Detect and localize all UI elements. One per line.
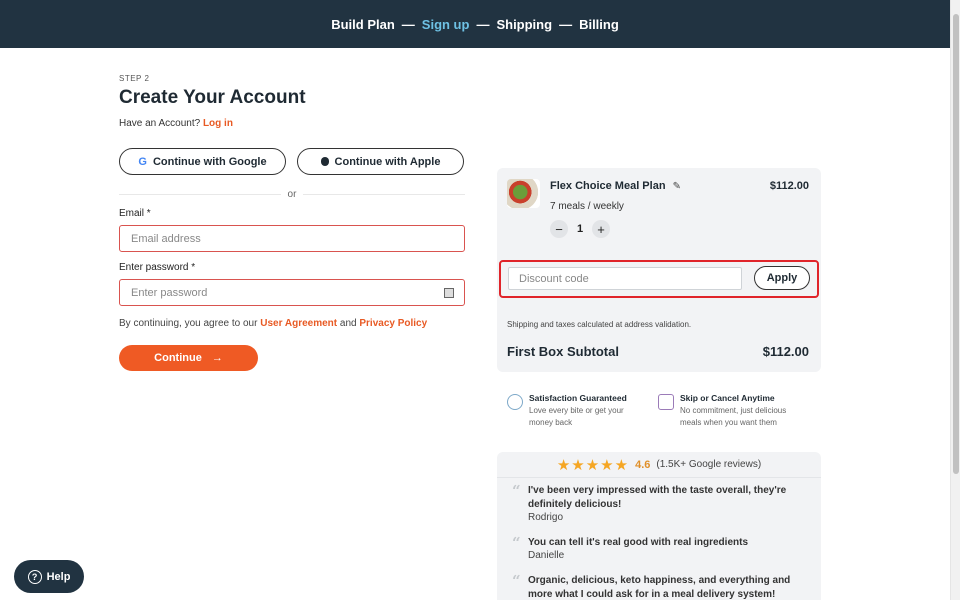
decrease-quantity-button[interactable]: −	[550, 220, 568, 238]
review-author: Danielle	[528, 550, 565, 561]
nav-separator: —	[401, 16, 415, 32]
subtotal-label: First Box Subtotal	[507, 344, 619, 359]
divider-line	[303, 194, 465, 195]
discount-highlight: Discount code Apply	[499, 260, 819, 298]
review-text: You can tell it's real good with real in…	[528, 537, 749, 548]
apply-discount-button[interactable]: Apply	[754, 266, 810, 290]
password-field[interactable]: Enter password	[119, 279, 465, 306]
plan-frequency: 7 meals / weekly	[550, 201, 624, 212]
star-rating-icon: ★★★★★	[556, 456, 630, 474]
guarantee-desc: Love every bite or get your money back	[529, 406, 624, 427]
page-scrollbar[interactable]	[950, 0, 960, 600]
divider-line	[119, 194, 281, 195]
guarantee-desc: No commitment, just delicious meals when…	[680, 406, 787, 427]
increase-quantity-button[interactable]: +	[592, 220, 610, 238]
review-text: I've been very impressed with the taste …	[528, 485, 787, 510]
help-button[interactable]: ? Help	[14, 560, 84, 593]
nav-step-billing[interactable]: Billing	[579, 17, 619, 32]
quote-icon: “	[512, 534, 521, 552]
privacy-policy-link[interactable]: Privacy Policy	[359, 318, 427, 329]
order-summary-card: Flex Choice Meal Plan ✎ $112.00 7 meals …	[497, 168, 821, 372]
subtotal-value: $112.00	[762, 344, 809, 359]
login-prompt: Have an Account? Log in	[119, 118, 465, 129]
reviews-panel: ★★★★★ 4.6 (1.5K+ Google reviews) “ I've …	[497, 452, 821, 600]
google-signin-button[interactable]: G Continue with Google	[119, 148, 286, 175]
arrow-right-icon: →	[211, 352, 223, 364]
email-field[interactable]: Email address	[119, 225, 465, 252]
edit-pencil-icon[interactable]: ✎	[673, 181, 681, 192]
or-divider: or	[119, 189, 465, 200]
email-label: Email *	[119, 208, 151, 219]
discount-code-input[interactable]: Discount code	[508, 267, 742, 290]
continue-label: Continue	[154, 352, 202, 364]
password-placeholder: Enter password	[131, 286, 208, 299]
login-link[interactable]: Log in	[203, 118, 233, 129]
nav-step-build-plan[interactable]: Build Plan	[331, 17, 395, 32]
signup-form: STEP 2 Create Your Account Have an Accou…	[119, 74, 465, 371]
password-manager-icon[interactable]	[444, 288, 454, 298]
badge-icon	[507, 394, 523, 410]
continue-button[interactable]: Continue →	[119, 345, 258, 371]
help-label: Help	[46, 570, 71, 583]
review-author: Rodrigo	[528, 512, 564, 523]
google-button-label: Continue with Google	[152, 155, 267, 168]
have-account-text: Have an Account?	[119, 118, 201, 129]
review-item: “ Organic, delicious, keto happiness, an…	[512, 574, 812, 600]
user-agreement-link[interactable]: User Agreement	[260, 318, 337, 329]
nav-separator: —	[559, 16, 573, 32]
checkout-progress-nav: Build Plan — Sign up — Shipping — Billin…	[0, 0, 950, 48]
consent-prefix: By continuing, you agree to our	[119, 318, 258, 329]
nav-separator: —	[476, 16, 490, 32]
email-placeholder: Email address	[131, 232, 201, 245]
shipping-note: Shipping and taxes calculated at address…	[507, 320, 692, 329]
rating-summary: ★★★★★ 4.6 (1.5K+ Google reviews)	[497, 452, 821, 478]
discount-placeholder: Discount code	[519, 272, 589, 285]
help-question-icon: ?	[27, 569, 42, 584]
page-title: Create Your Account	[119, 87, 306, 108]
or-text: or	[287, 189, 297, 200]
google-icon: G	[138, 155, 147, 168]
guarantee-title: Skip or Cancel Anytime	[680, 393, 775, 403]
plan-price: $112.00	[769, 180, 809, 192]
plan-name: Flex Choice Meal Plan	[550, 180, 666, 192]
step-label: STEP 2	[119, 74, 150, 83]
rating-value: 4.6	[635, 458, 651, 471]
apple-button-label: Continue with Apple	[334, 155, 441, 168]
plan-name-row: Flex Choice Meal Plan ✎	[550, 180, 681, 192]
scrollbar-thumb[interactable]	[953, 14, 959, 474]
quote-icon: “	[512, 482, 521, 500]
apple-icon	[320, 157, 329, 166]
guarantee-title: Satisfaction Guaranteed	[529, 393, 627, 403]
meal-plan-image	[507, 179, 540, 208]
review-item: “ I've been very impressed with the tast…	[512, 484, 812, 524]
nav-step-sign-up[interactable]: Sign up	[422, 17, 470, 32]
review-count: (1.5K+ Google reviews)	[656, 459, 762, 470]
oauth-buttons: G Continue with Google Continue with App…	[119, 148, 465, 175]
password-label: Enter password *	[119, 262, 196, 273]
calendar-icon	[658, 394, 674, 410]
review-item: “ You can tell it's real good with real …	[512, 536, 812, 566]
terms-consent: By continuing, you agree to our User Agr…	[119, 318, 465, 329]
review-text: Organic, delicious, keto happiness, and …	[528, 575, 791, 600]
apple-signin-button[interactable]: Continue with Apple	[297, 148, 464, 175]
quantity-stepper: − 1 +	[550, 220, 610, 238]
quantity-value: 1	[576, 223, 584, 235]
nav-step-shipping[interactable]: Shipping	[496, 17, 552, 32]
consent-and: and	[339, 318, 357, 329]
quote-icon: “	[512, 572, 521, 590]
